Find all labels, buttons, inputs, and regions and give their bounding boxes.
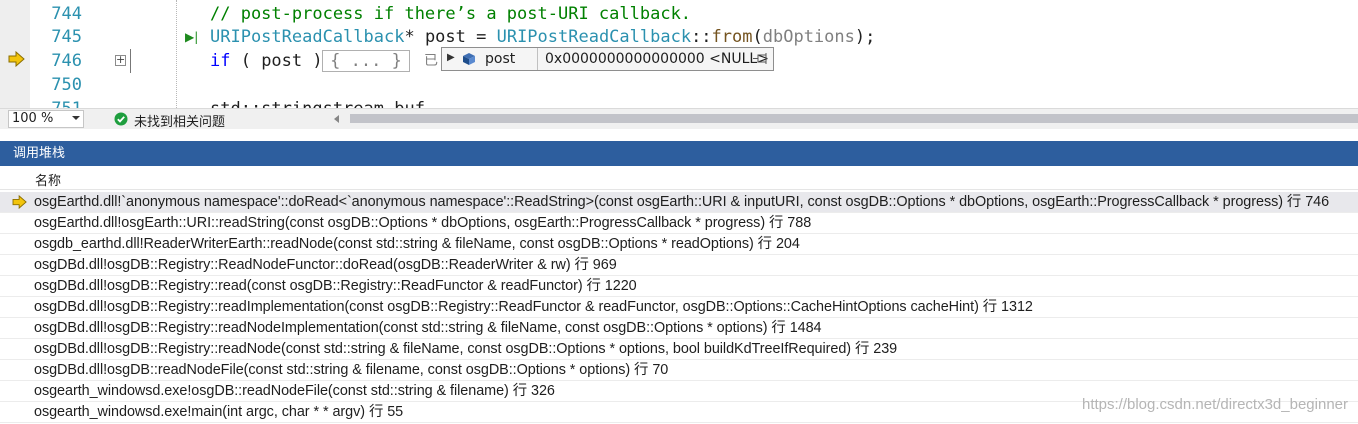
- call-stack-list: osgEarthd.dll!`anonymous namespace'::doR…: [0, 192, 1358, 423]
- code-line[interactable]: 751 std::stringstream buf: [0, 97, 1358, 108]
- call-stack-frame[interactable]: osgDBd.dll!osgDB::Registry::readNode(con…: [0, 339, 1358, 360]
- code-token: // post-process if there’s a post-URI ca…: [210, 4, 692, 24]
- line-number: 744: [51, 4, 82, 24]
- editor-status-bar: 100 % 未找到相关问题: [0, 108, 1358, 130]
- zoom-level-value: 100 %: [12, 111, 54, 126]
- code-token: ::: [691, 27, 712, 47]
- call-stack-frame[interactable]: osgDBd.dll!osgDB::Registry::ReadNodeFunc…: [0, 255, 1358, 276]
- issues-status-text[interactable]: 未找到相关问题: [134, 111, 225, 130]
- call-stack-frame[interactable]: osgDBd.dll!osgDB::Registry::read(const o…: [0, 276, 1358, 297]
- call-stack-frame[interactable]: osgEarthd.dll!`anonymous namespace'::doR…: [0, 192, 1358, 213]
- zoom-level-dropdown[interactable]: 100 %: [8, 110, 84, 128]
- code-text[interactable]: // post-process if there’s a post-URI ca…: [210, 2, 691, 26]
- text-caret: [130, 49, 340, 73]
- code-token: URIPostReadCallback: [210, 27, 405, 47]
- call-stack-panel-title[interactable]: 调用堆栈: [0, 141, 1358, 166]
- call-stack-frame[interactable]: osgEarthd.dll!osgEarth::URI::readString(…: [0, 213, 1358, 234]
- scroll-left-arrow-icon[interactable]: [334, 115, 339, 123]
- code-token: );: [854, 27, 876, 47]
- frame-text: osgEarthd.dll!`anonymous namespace'::doR…: [34, 194, 1330, 210]
- line-number: 745: [51, 27, 82, 47]
- frame-text: osgearth_windowsd.exe!main(int argc, cha…: [34, 404, 404, 420]
- code-editor[interactable]: 744 // post-process if there’s a post-URI…: [0, 0, 1358, 108]
- frame-text: osgEarthd.dll!osgEarth::URI::readString(…: [34, 215, 812, 231]
- code-line[interactable]: 745 URIPostReadCallback* post = URIPostRe…: [0, 25, 1358, 49]
- column-header-name[interactable]: 名称: [35, 170, 61, 189]
- code-text[interactable]: std::stringstream buf: [210, 97, 425, 108]
- code-token: (: [752, 27, 763, 47]
- line-number: 751: [30, 97, 82, 108]
- code-line[interactable]: 744 // post-process if there’s a post-URI…: [0, 2, 1358, 26]
- code-token: * post =: [404, 27, 497, 47]
- check-circle-icon: [114, 112, 128, 126]
- datatip-variable-value[interactable]: 0x0000000000000000 <NULL>: [545, 51, 769, 67]
- call-stack-panel: 名称 osgEarthd.dll!`anonymous namespace'::…: [0, 166, 1358, 424]
- line-number: 750: [51, 75, 82, 95]
- horizontal-scrollbar-thumb[interactable]: [350, 114, 1358, 123]
- frame-text: osgDBd.dll!osgDB::Registry::readNode(con…: [34, 341, 898, 357]
- debugger-datatip[interactable]: ▶ post 0x0000000000000000 <NULL>: [441, 47, 774, 71]
- code-text[interactable]: URIPostReadCallback* post = URIPostReadC…: [210, 25, 875, 49]
- call-stack-frame[interactable]: osgDBd.dll!osgDB::readNodeFile(const std…: [0, 360, 1358, 381]
- frame-text: osgDBd.dll!osgDB::Registry::readNodeImpl…: [34, 320, 822, 336]
- current-statement-arrow-icon[interactable]: [8, 51, 26, 67]
- code-token: from: [711, 27, 753, 47]
- call-stack-frame[interactable]: osgDBd.dll!osgDB::Registry::readImplemen…: [0, 297, 1358, 318]
- pin-icon[interactable]: [753, 53, 769, 65]
- variable-icon: [463, 53, 475, 65]
- code-line[interactable]: 750: [0, 73, 1358, 97]
- current-frame-arrow-icon: [12, 195, 27, 209]
- frame-text: osgDBd.dll!osgDB::Registry::readImplemen…: [34, 299, 1033, 315]
- column-header-row: 名称: [0, 166, 1358, 190]
- code-token: std::stringstream buf: [210, 99, 425, 108]
- datatip-variable-name: post: [485, 51, 516, 67]
- datatip-expand-icon[interactable]: ▶: [447, 52, 455, 63]
- collapsed-code-block[interactable]: { ... }: [322, 50, 410, 72]
- run-to-click-icon[interactable]: ▶|: [185, 30, 198, 44]
- outline-expand-toggle[interactable]: +: [115, 54, 126, 66]
- frame-text: osgDBd.dll!osgDB::Registry::ReadNodeFunc…: [34, 257, 617, 273]
- code-token: dbOptions: [762, 27, 855, 47]
- frame-text: osgdb_earthd.dll!ReaderWriterEarth::read…: [34, 236, 800, 252]
- frame-text: osgDBd.dll!osgDB::readNodeFile(const std…: [34, 362, 669, 378]
- code-token: URIPostReadCallback: [496, 27, 692, 47]
- line-number: 746: [51, 51, 82, 71]
- frame-text: osgDBd.dll!osgDB::Registry::read(const o…: [34, 278, 637, 294]
- datatip-divider: [537, 48, 538, 70]
- frame-text: osgearth_windowsd.exe!osgDB::readNodeFil…: [34, 383, 555, 399]
- chevron-down-icon[interactable]: [72, 116, 80, 120]
- hidden-code-text: 已: [424, 53, 438, 69]
- watermark-text: https://blog.csdn.net/directx3d_beginner: [1081, 396, 1348, 413]
- call-stack-frame[interactable]: osgDBd.dll!osgDB::Registry::readNodeImpl…: [0, 318, 1358, 339]
- call-stack-frame[interactable]: osgdb_earthd.dll!ReaderWriterEarth::read…: [0, 234, 1358, 255]
